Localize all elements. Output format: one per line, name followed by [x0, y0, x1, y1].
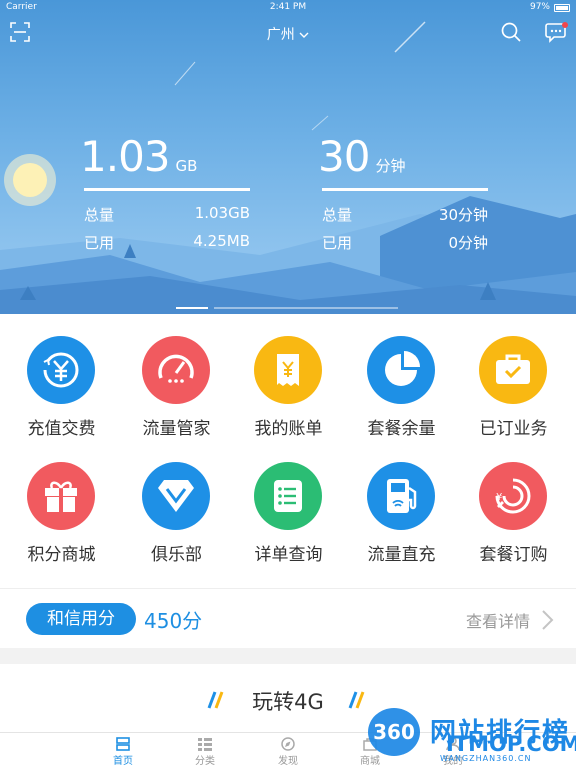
service-grid: 充值交费 流量管家 我的账单 套餐余量 已订业务 积分商城 俱乐部 详单查询 流…	[0, 314, 576, 588]
battery-icon	[554, 4, 570, 12]
data-progress-bar	[84, 188, 250, 191]
grid-item-label: 积分商城	[27, 545, 96, 565]
credit-score-value: 450分	[144, 609, 203, 633]
carousel-indicator	[176, 307, 398, 309]
status-bar: Carrier 2:41 PM 97%	[0, 0, 576, 16]
grid-icon-bg	[367, 462, 435, 530]
voice-progress-bar	[322, 188, 488, 191]
voice-used-label: 已用	[322, 234, 353, 252]
tab-discover[interactable]: 发现	[263, 735, 313, 768]
grid-item-points-mall[interactable]: 积分商城	[4, 440, 119, 565]
voice-used-value: 0分钟	[448, 234, 488, 252]
data-total-value: 1.03GB	[194, 204, 250, 222]
battery-percent: 97%	[529, 2, 550, 12]
bill-icon	[254, 336, 322, 404]
grid-item-label: 流量直充	[367, 545, 436, 565]
carousel-dot-inactive	[214, 307, 398, 309]
watermark-subdomain: WANGZHAN360.CN	[440, 754, 532, 763]
carousel-dot-active	[176, 307, 208, 309]
voice-usage-panel[interactable]: 30 分钟 总量 30分钟 已用 0分钟	[318, 132, 490, 252]
speedometer-icon	[142, 336, 210, 404]
voice-remaining-unit: 分钟	[375, 157, 406, 175]
data-remaining-unit: GB	[175, 157, 198, 175]
yen-recharge-icon	[27, 336, 95, 404]
watermark-domain: ITMOP.COM	[446, 732, 576, 756]
grid-icon-bg	[142, 462, 210, 530]
chevron-right-icon	[542, 610, 554, 630]
yen-order-icon: ¥	[479, 462, 547, 530]
data-remaining-value: 1.03	[80, 132, 171, 181]
credit-score-bar[interactable]: 和信用分 450分 查看详情	[0, 588, 576, 648]
slash-decoration-icon	[348, 691, 365, 709]
grid-icon-bg	[367, 336, 435, 404]
grid-item-label: 我的账单	[254, 419, 323, 439]
grid-item-package-order[interactable]: ¥ 套餐订购	[456, 440, 571, 565]
credit-score-badge: 和信用分	[26, 603, 136, 635]
message-icon[interactable]	[545, 21, 569, 43]
grid-icon-bg: ¥	[479, 462, 547, 530]
home-icon	[116, 737, 130, 751]
clock: 2:41 PM	[269, 2, 307, 12]
grid-item-package-balance[interactable]: 套餐余量	[344, 314, 459, 439]
voice-total-value: 30分钟	[438, 206, 488, 224]
tab-home[interactable]: 首页	[98, 735, 148, 768]
voice-remaining-value: 30	[318, 132, 370, 181]
grid-item-itemized-query[interactable]: 详单查询	[231, 440, 346, 565]
briefcase-icon	[479, 336, 547, 404]
grid-icon-bg	[27, 462, 95, 530]
grid-item-label: 已订业务	[479, 419, 548, 439]
data-total-label: 总量	[84, 206, 115, 224]
tab-label: 发现	[278, 756, 298, 767]
city-label: 广州	[266, 27, 295, 43]
grid-item-label: 俱乐部	[151, 545, 202, 565]
grid-item-traffic-manager[interactable]: 流量管家	[119, 314, 234, 439]
compass-icon	[281, 737, 295, 751]
grid-item-label: 套餐余量	[367, 419, 436, 439]
tab-category[interactable]: 分类	[180, 735, 230, 768]
grid-icon-bg	[142, 336, 210, 404]
grid-item-label: 套餐订购	[479, 545, 548, 565]
fuel-pump-icon	[367, 462, 435, 530]
grid-icon-bg	[479, 336, 547, 404]
voice-total-label: 总量	[322, 206, 353, 224]
svg-text:¥: ¥	[496, 492, 502, 503]
grid-icon-bg	[27, 336, 95, 404]
grid-icon-bg	[254, 462, 322, 530]
watermark-badge: 360	[368, 708, 420, 756]
data-used-value: 4.25MB	[193, 232, 250, 250]
grid-item-club[interactable]: 俱乐部	[119, 440, 234, 565]
view-details-link[interactable]: 查看详情	[466, 608, 530, 632]
tab-label: 分类	[195, 756, 215, 767]
grid-item-subscribed-services[interactable]: 已订业务	[456, 314, 571, 439]
chevron-down-icon	[299, 32, 309, 38]
grid-item-data-direct-recharge[interactable]: 流量直充	[344, 440, 459, 565]
grid-item-recharge[interactable]: 充值交费	[4, 314, 119, 439]
city-selector[interactable]: 广州	[0, 24, 576, 44]
tab-label: 首页	[113, 756, 133, 767]
site-watermark: 360 网站排行榜 ITMOP.COM WANGZHAN360.CN	[368, 708, 576, 768]
vip-diamond-icon	[142, 462, 210, 530]
grid-item-label: 详单查询	[254, 545, 323, 565]
grid-item-label: 充值交费	[27, 419, 96, 439]
hero-banner: Carrier 2:41 PM 97% 广州 1.03GB 总量 1.03GB	[0, 0, 576, 314]
gift-icon	[27, 462, 95, 530]
pie-chart-icon	[367, 336, 435, 404]
category-icon	[198, 738, 212, 751]
data-used-label: 已用	[84, 234, 115, 252]
data-usage-panel[interactable]: 1.03 GB 总量 1.03GB 已用 4.25MB	[80, 132, 252, 252]
grid-icon-bg	[254, 336, 322, 404]
list-icon	[254, 462, 322, 530]
grid-item-label: 流量管家	[142, 419, 211, 439]
grid-item-my-bill[interactable]: 我的账单	[231, 314, 346, 439]
search-icon[interactable]	[500, 21, 522, 43]
